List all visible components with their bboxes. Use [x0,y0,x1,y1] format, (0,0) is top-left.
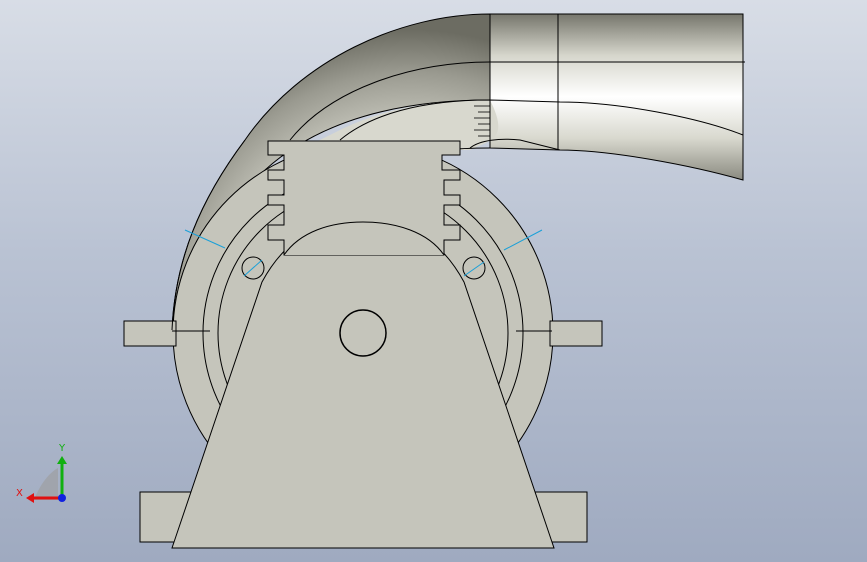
y-axis-label: Y [59,443,66,454]
shaft-hole[interactable] [339,309,387,357]
right-bolt-hole[interactable] [462,256,486,280]
z-axis-dot [58,494,66,502]
x-axis-label: X [16,488,23,499]
cad-viewport[interactable]: Y X [0,0,867,562]
left-flange[interactable] [123,320,177,347]
axis-triad[interactable] [26,456,67,503]
triad-plane-icon [34,468,58,500]
right-flange[interactable] [549,320,603,347]
model-view [26,13,745,549]
